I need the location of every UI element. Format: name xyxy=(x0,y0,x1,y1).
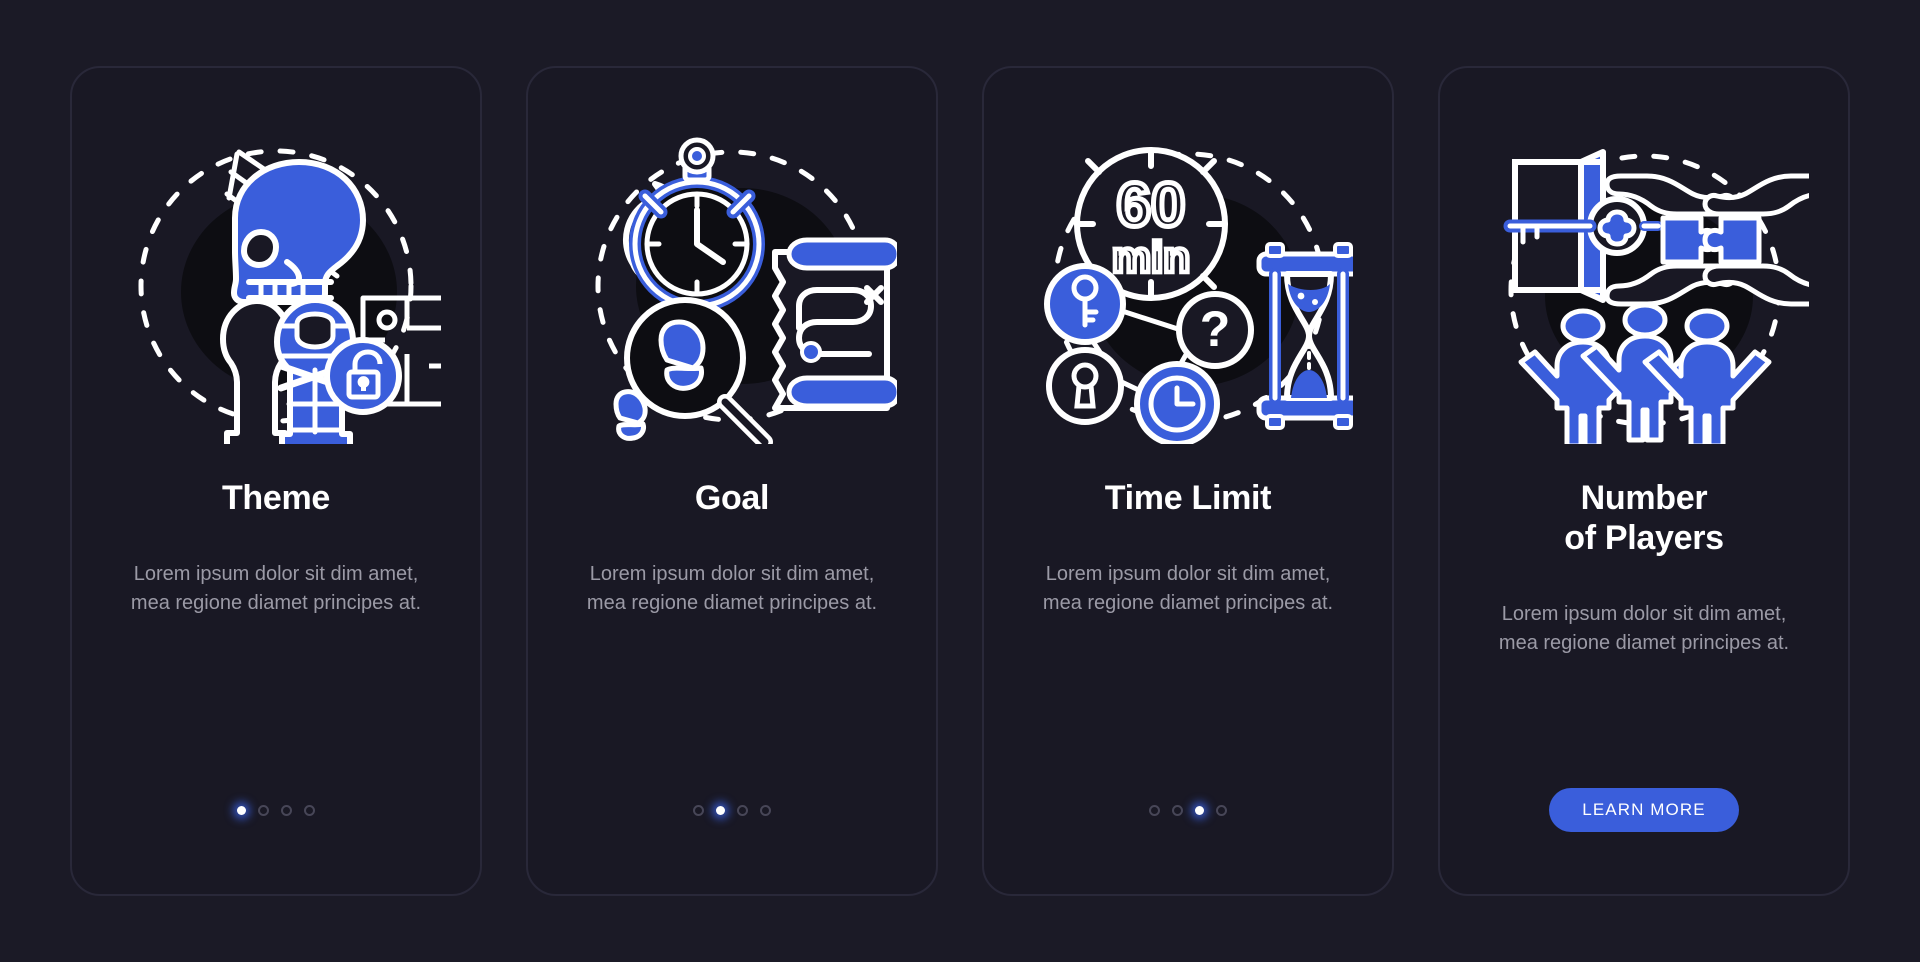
illustration-escape-room-players xyxy=(1440,68,1848,468)
card-description: Lorem ipsum dolor sit dim amet, mea regi… xyxy=(130,563,422,614)
card-title: Theme xyxy=(221,479,331,517)
pagination-dot-3[interactable] xyxy=(737,804,748,816)
onboarding-card-number-of-players[interactable]: Number of Players Lorem ipsum dolor sit … xyxy=(1438,66,1850,896)
pagination-dot-3[interactable] xyxy=(281,804,292,816)
onboarding-card-time-limit[interactable]: 60 min ? Time Limit Lorem ipsum dolor si… xyxy=(982,66,1394,896)
onboarding-card-goal[interactable]: Goal Lorem ipsum dolor sit dim amet, mea… xyxy=(526,66,938,896)
card-description: Lorem ipsum dolor sit dim amet, mea regi… xyxy=(1042,563,1334,614)
pagination-dot-2[interactable] xyxy=(716,805,725,815)
illustration-escape-room-theme xyxy=(72,68,480,468)
card-title: Time Limit xyxy=(1104,479,1272,517)
onboarding-screens-container: Theme Lorem ipsum dolor sit dim amet, me… xyxy=(0,0,1920,962)
illustration-escape-room-time-limit: 60 min ? xyxy=(984,68,1392,468)
clock-unit-text: min xyxy=(1112,233,1190,282)
pagination-dots[interactable] xyxy=(693,800,771,820)
card-description: Lorem ipsum dolor sit dim amet, mea regi… xyxy=(1498,603,1790,654)
pagination-dots[interactable] xyxy=(1149,800,1227,820)
pagination-dot-4[interactable] xyxy=(304,804,315,816)
card-title: Goal xyxy=(694,479,770,517)
learn-more-button[interactable]: LEARN MORE xyxy=(1549,788,1739,832)
clock-number-text: 60 xyxy=(1117,171,1186,240)
pagination-dot-3[interactable] xyxy=(1195,805,1204,815)
card-description: Lorem ipsum dolor sit dim amet, mea regi… xyxy=(586,563,878,614)
pagination-dot-1[interactable] xyxy=(693,804,704,816)
pagination-dots[interactable] xyxy=(237,800,315,820)
pagination-dot-4[interactable] xyxy=(760,804,771,816)
card-title: Number of Players xyxy=(1564,479,1724,557)
pagination-dot-2[interactable] xyxy=(1172,804,1183,816)
pagination-dot-2[interactable] xyxy=(258,804,269,816)
illustration-escape-room-goal xyxy=(528,68,936,468)
onboarding-card-theme[interactable]: Theme Lorem ipsum dolor sit dim amet, me… xyxy=(70,66,482,896)
pagination-dot-1[interactable] xyxy=(1149,804,1160,816)
pagination-dot-4[interactable] xyxy=(1216,804,1227,816)
pagination-dot-1[interactable] xyxy=(237,805,246,815)
question-mark-text: ? xyxy=(1200,301,1231,357)
